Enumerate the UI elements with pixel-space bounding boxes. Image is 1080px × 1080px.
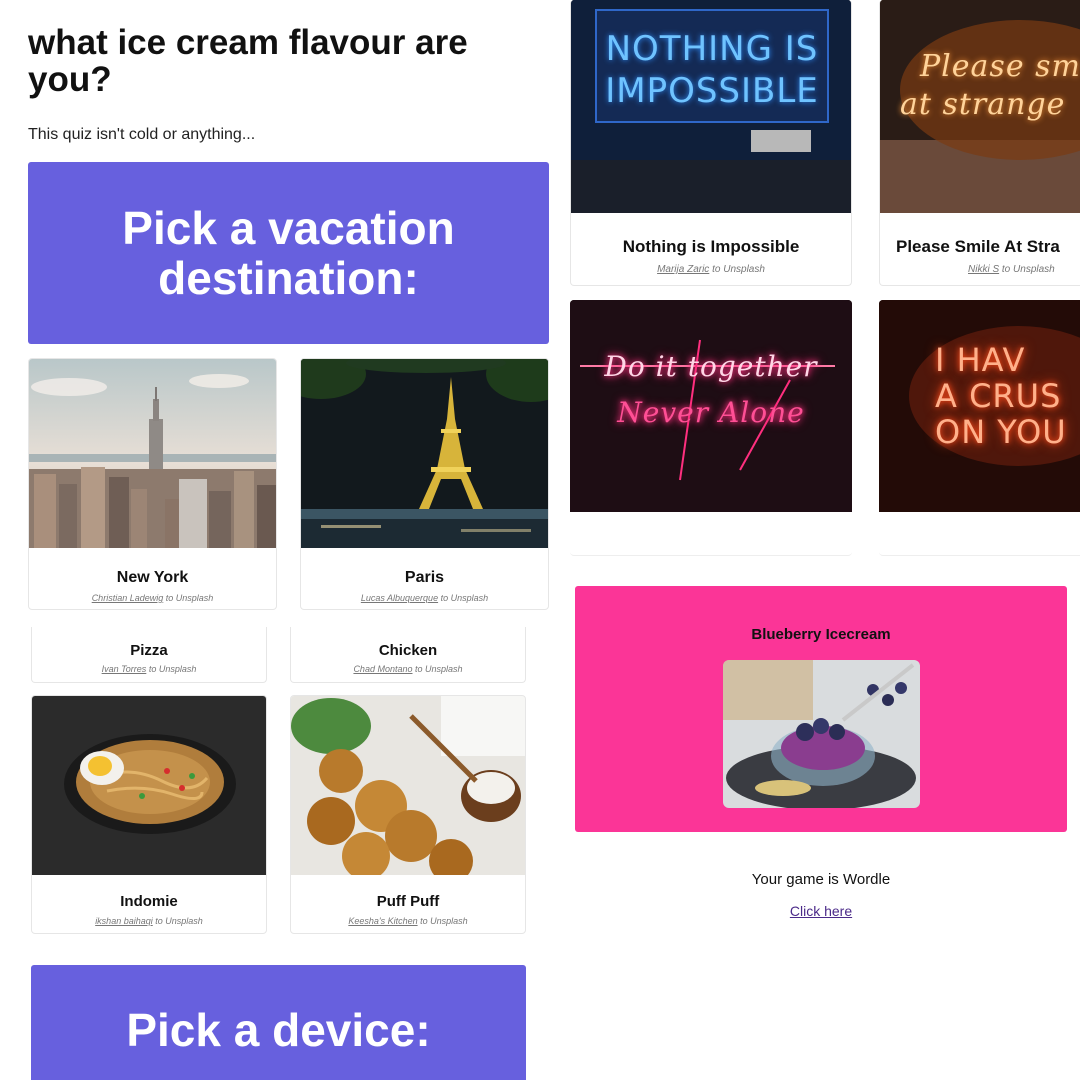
question-banner-vacation: Pick a vacation destination:	[28, 162, 549, 344]
neon-text: NOTHING IS	[605, 29, 819, 69]
photo-credit: Ivan Torres to Unsplash	[101, 664, 197, 674]
neon-text: Do it together	[604, 350, 818, 383]
answer-label: Puff Puff	[376, 893, 440, 910]
photo-credit-author-link[interactable]: Christian Ladewig	[92, 593, 164, 603]
indomie-image	[32, 696, 266, 875]
answer-label: Nothing is Impossible	[622, 237, 800, 256]
answer-card-please-smile[interactable]: Please sm at strange Please Smile At Str…	[879, 0, 1080, 286]
photo-credit-author-link[interactable]: Ivan Torres	[102, 664, 147, 674]
answer-label: Pizza	[130, 642, 168, 659]
answer-card-chicken[interactable]: Chicken Chad Montano to Unsplash	[290, 627, 526, 683]
photo-credit-author-link[interactable]: Lucas Albuquerque	[361, 593, 438, 603]
question-heading-line1: Pick a vacation	[122, 202, 455, 254]
answer-card-puff-puff[interactable]: Puff Puff Keesha's Kitchen to Unsplash	[290, 695, 526, 934]
answer-label: Please Smile At Stra	[896, 237, 1060, 256]
paris-image	[301, 359, 548, 548]
game-result-text: Your game is Wordle	[751, 871, 891, 888]
photo-credit: Christian Ladewig to Unsplash	[91, 593, 214, 603]
answer-card-nothing-is-impossible[interactable]: NOTHING IS IMPOSSIBLE Nothing is Impossi…	[570, 0, 852, 286]
answer-card-paris[interactable]: Paris Lucas Albuquerque to Unsplash	[300, 358, 549, 610]
photo-credit: ikshan baihaqi to Unsplash	[95, 916, 203, 926]
quiz-subtitle: This quiz isn't cold or anything...	[28, 126, 256, 143]
question-heading-line2: destination:	[158, 252, 419, 304]
answer-label: Indomie	[120, 893, 178, 910]
please-smile-image: Please sm at strange	[880, 0, 1080, 213]
photo-credit: Lucas Albuquerque to Unsplash	[360, 593, 489, 603]
question-banner-device: Pick a device:	[31, 965, 526, 1080]
answer-label: Chicken	[378, 642, 438, 659]
photo-credit: Nikki S to Unsplash	[968, 264, 1055, 275]
nothing-is-impossible-image: NOTHING IS IMPOSSIBLE	[571, 0, 851, 213]
photo-credit-author-link[interactable]: Chad Montano	[353, 664, 412, 674]
result-title: Blueberry Icecream	[751, 626, 891, 643]
photo-credit-author-link[interactable]: Keesha's Kitchen	[348, 916, 417, 926]
answer-card-i-have-a-crush[interactable]: I HAV A CRUS ON YOU	[879, 300, 1080, 556]
photo-credit-author-link[interactable]: Marija Zaric	[657, 264, 709, 275]
neon-text: Please sm	[920, 49, 1080, 84]
answer-card-pizza[interactable]: Pizza Ivan Torres to Unsplash	[31, 627, 267, 683]
question-heading: Pick a device:	[126, 1004, 431, 1056]
result-card: Blueberry Icecream	[575, 586, 1067, 832]
blueberry-icecream-image	[723, 660, 920, 808]
answer-card-do-it-together[interactable]: Do it together Never Alone	[570, 300, 852, 556]
answer-label: Paris	[404, 569, 445, 586]
photo-credit-author-link[interactable]: ikshan baihaqi	[95, 916, 153, 926]
photo-credit-author-link[interactable]: Nikki S	[968, 264, 999, 275]
photo-credit: Chad Montano to Unsplash	[353, 664, 463, 674]
i-have-a-crush-image: I HAV A CRUS ON YOU	[879, 300, 1080, 512]
neon-text: I HAV	[935, 341, 1026, 379]
do-it-together-image: Do it together Never Alone	[570, 300, 852, 512]
photo-credit: Keesha's Kitchen to Unsplash	[348, 916, 468, 926]
answer-card-indomie[interactable]: Indomie ikshan baihaqi to Unsplash	[31, 695, 267, 934]
puff-puff-image	[291, 696, 525, 875]
click-here-link[interactable]: Click here	[575, 903, 1067, 919]
answer-label: New York	[116, 569, 189, 586]
photo-credit: Marija Zaric to Unsplash	[657, 264, 765, 275]
quiz-title: what ice cream flavour are you?	[28, 23, 468, 99]
answer-card-new-york[interactable]: New York Christian Ladewig to Unsplash	[28, 358, 277, 610]
new-york-image	[29, 359, 276, 548]
